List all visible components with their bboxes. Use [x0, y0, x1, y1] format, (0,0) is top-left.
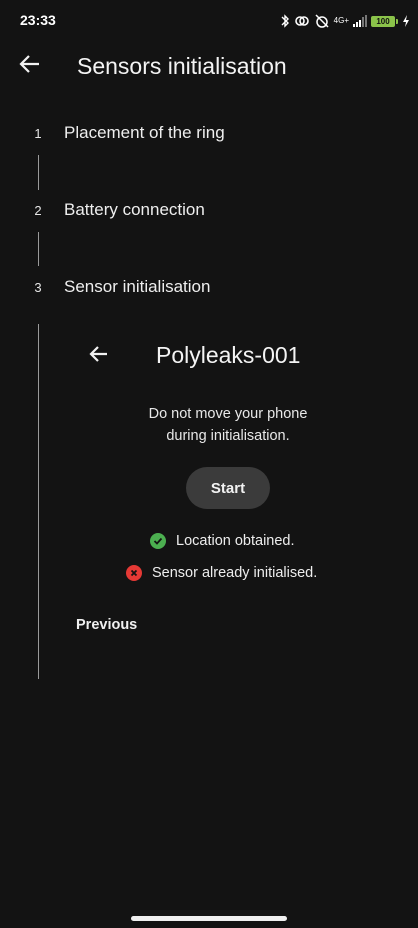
step-content-line — [38, 324, 39, 679]
network-type: 4G+ — [333, 16, 349, 25]
link-icon — [294, 14, 310, 28]
device-title: Polyleaks-001 — [156, 342, 301, 368]
panel-back-button[interactable] — [85, 342, 113, 370]
status-time: 23:33 — [20, 12, 56, 28]
instruction-line-1: Do not move your phone — [148, 406, 308, 422]
step-connector-1 — [38, 155, 39, 190]
start-button[interactable]: Start — [186, 467, 270, 509]
step-label-placement[interactable]: Placement of the ring — [64, 123, 225, 143]
status-location: Location obtained. — [150, 533, 295, 549]
previous-button[interactable]: Previous — [76, 617, 137, 633]
status-location-text: Location obtained. — [176, 533, 295, 549]
bluetooth-icon — [280, 14, 290, 28]
battery-icon: 100 — [371, 15, 398, 27]
instruction-line-2: during initialisation. — [166, 428, 290, 444]
step-connector-2 — [38, 232, 39, 266]
status-sensor-text: Sensor already initialised. — [152, 565, 318, 581]
arrow-left-icon — [19, 53, 41, 80]
back-button[interactable] — [16, 52, 44, 80]
step-number-1: 1 — [34, 126, 42, 141]
error-circle-icon — [126, 565, 142, 581]
charging-icon — [402, 15, 410, 27]
status-icons: 4G+ 100 — [280, 12, 410, 30]
arrow-left-icon — [89, 344, 109, 369]
home-indicator[interactable] — [131, 916, 287, 921]
signal-icon — [353, 15, 367, 27]
check-circle-icon — [150, 533, 166, 549]
step-label-sensor[interactable]: Sensor initialisation — [64, 277, 210, 297]
status-sensor: Sensor already initialised. — [126, 565, 317, 581]
step-label-battery[interactable]: Battery connection — [64, 200, 205, 220]
instruction-text: Do not move your phone during initialisa… — [100, 403, 356, 447]
page-title: Sensors initialisation — [77, 53, 287, 79]
step-number-2: 2 — [34, 203, 42, 218]
step-number-3: 3 — [34, 280, 42, 295]
alarm-off-icon — [314, 14, 330, 28]
battery-level: 100 — [371, 15, 395, 27]
